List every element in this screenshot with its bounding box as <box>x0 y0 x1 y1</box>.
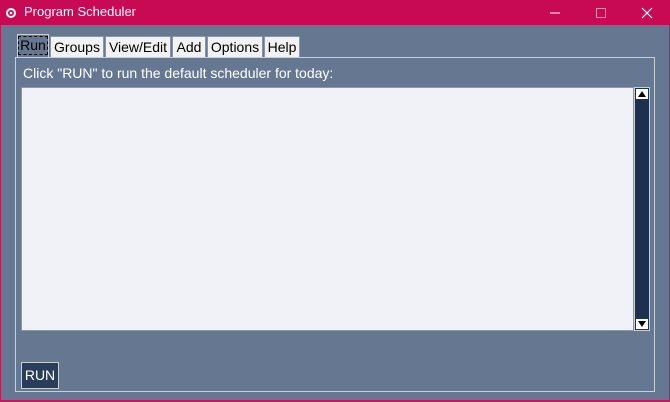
tab-view-edit[interactable]: View/Edit <box>105 36 171 57</box>
scroll-up-button[interactable] <box>636 89 648 99</box>
tab-options-label: Options <box>210 39 260 55</box>
output-text-area[interactable] <box>21 87 634 331</box>
tab-help-label: Help <box>267 39 297 55</box>
scroll-down-button[interactable] <box>636 319 648 329</box>
tab-add-label: Add <box>176 39 202 55</box>
arrow-up-icon <box>638 91 646 97</box>
tab-view-edit-label: View/Edit <box>108 39 168 55</box>
tab-run-label: Run <box>18 36 48 55</box>
tab-bar: Run Groups View/Edit Add Options Help <box>1 25 669 58</box>
tab-run[interactable]: Run <box>17 34 49 58</box>
maximize-icon <box>596 8 606 18</box>
title-bar[interactable]: Program Scheduler <box>0 0 670 25</box>
close-button[interactable] <box>624 0 670 25</box>
minimize-button[interactable] <box>532 0 578 25</box>
run-instruction: Click "RUN" to run the default scheduler… <box>23 65 334 81</box>
vertical-scrollbar[interactable] <box>634 87 650 331</box>
tab-add[interactable]: Add <box>172 36 206 57</box>
tab-help[interactable]: Help <box>264 36 300 57</box>
client-area: Run Groups View/Edit Add Options Help Cl… <box>1 25 669 400</box>
arrow-down-icon <box>638 321 646 327</box>
app-icon[interactable] <box>5 6 17 18</box>
program-scheduler-window: Program Scheduler Run Groups View/Edit A… <box>0 0 670 402</box>
close-icon <box>641 7 653 19</box>
tab-options[interactable]: Options <box>207 36 263 57</box>
minimize-icon <box>550 12 560 14</box>
maximize-button[interactable] <box>578 0 624 25</box>
run-button[interactable]: RUN <box>21 362 59 389</box>
tab-groups[interactable]: Groups <box>50 36 104 57</box>
tab-groups-label: Groups <box>54 39 100 55</box>
window-title: Program Scheduler <box>24 4 136 19</box>
